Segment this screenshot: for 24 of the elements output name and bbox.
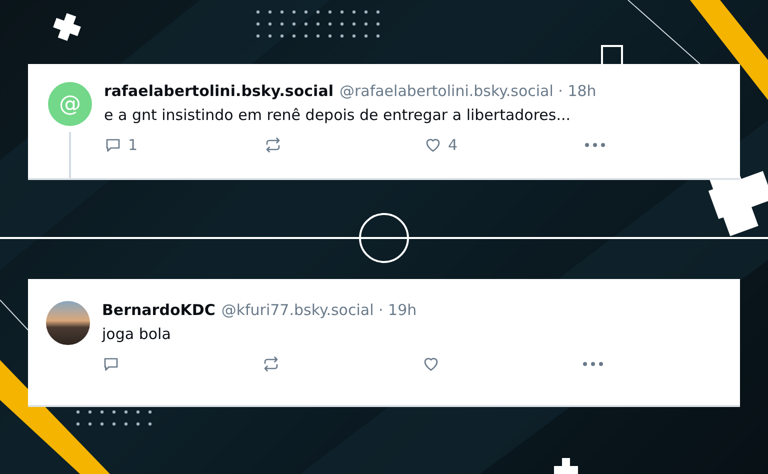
plus-shape [554,458,578,474]
post-text: joga bola [102,325,172,343]
like-button[interactable]: 4 [424,136,458,154]
diagonal-line [0,300,28,330]
plus-shape [53,13,81,41]
handle-and-time: @kfuri77.bsky.social · 19h [221,301,417,319]
post-text: e a gnt insistindo em renê depois de entregar a libertadores... [104,106,572,124]
like-button[interactable] [422,355,440,373]
heart-icon [422,355,440,373]
repost-icon [262,355,280,373]
display-name[interactable]: rafaelabertolini.bsky.social [104,82,334,100]
display-name[interactable]: BernardoKDC [102,301,216,319]
speech-bubble-icon [104,136,122,154]
reply-button[interactable] [102,355,120,373]
avatar-photo-placeholder[interactable] [46,301,90,345]
more-icon [584,142,606,148]
repost-button[interactable] [262,355,280,373]
heart-icon [424,136,442,154]
more-icon [582,361,604,367]
handle-and-time: @rafaelabertolini.bsky.social · 18h [339,82,596,100]
repost-button[interactable] [264,136,282,154]
reply-button[interactable]: 1 [104,136,138,154]
speech-bubble-icon [102,355,120,373]
repost-icon [264,136,282,154]
